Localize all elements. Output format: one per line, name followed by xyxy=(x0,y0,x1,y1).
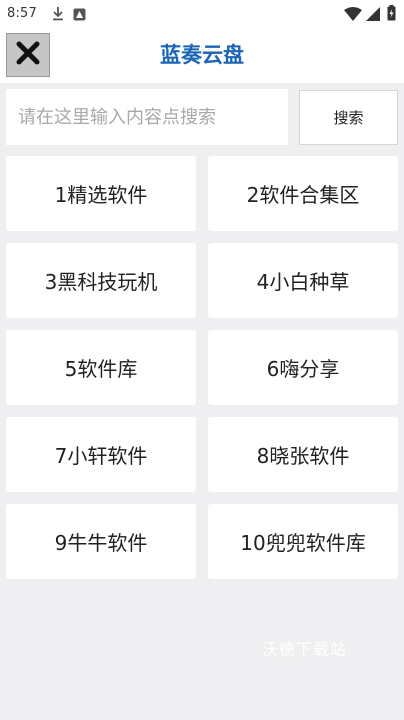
close-button[interactable] xyxy=(6,33,50,77)
watermark: 沃德下载站 xyxy=(262,640,348,659)
category-tile-9[interactable]: 9牛牛软件 xyxy=(6,504,196,579)
wifi-icon xyxy=(344,6,362,25)
app-bar: 蓝奏云盘 xyxy=(0,28,404,83)
status-time: 8:57 xyxy=(7,6,37,21)
signal-icon xyxy=(366,6,380,25)
download-icon xyxy=(52,6,64,25)
close-icon xyxy=(15,40,41,70)
category-tile-8[interactable]: 8晓张软件 xyxy=(208,417,398,492)
notification-icon xyxy=(73,6,86,25)
category-tile-3[interactable]: 3黑科技玩机 xyxy=(6,243,196,318)
category-tile-6[interactable]: 6嗨分享 xyxy=(208,330,398,405)
category-tile-1[interactable]: 1精选软件 xyxy=(6,156,196,231)
status-bar: 8:57 xyxy=(0,0,404,28)
search-button[interactable]: 搜索 xyxy=(299,90,398,145)
category-tile-10[interactable]: 10兜兜软件库 xyxy=(208,504,398,579)
category-tile-7[interactable]: 7小轩软件 xyxy=(6,417,196,492)
category-tile-4[interactable]: 4小白种草 xyxy=(208,243,398,318)
page-title: 蓝奏云盘 xyxy=(160,43,244,67)
search-input[interactable] xyxy=(6,89,288,145)
category-grid: 1精选软件 2软件合集区 3黑科技玩机 4小白种草 5软件库 6嗨分享 7小轩软… xyxy=(6,156,398,579)
category-tile-2[interactable]: 2软件合集区 xyxy=(208,156,398,231)
search-row: 搜索 xyxy=(0,83,404,151)
category-tile-5[interactable]: 5软件库 xyxy=(6,330,196,405)
battery-icon xyxy=(387,5,396,25)
